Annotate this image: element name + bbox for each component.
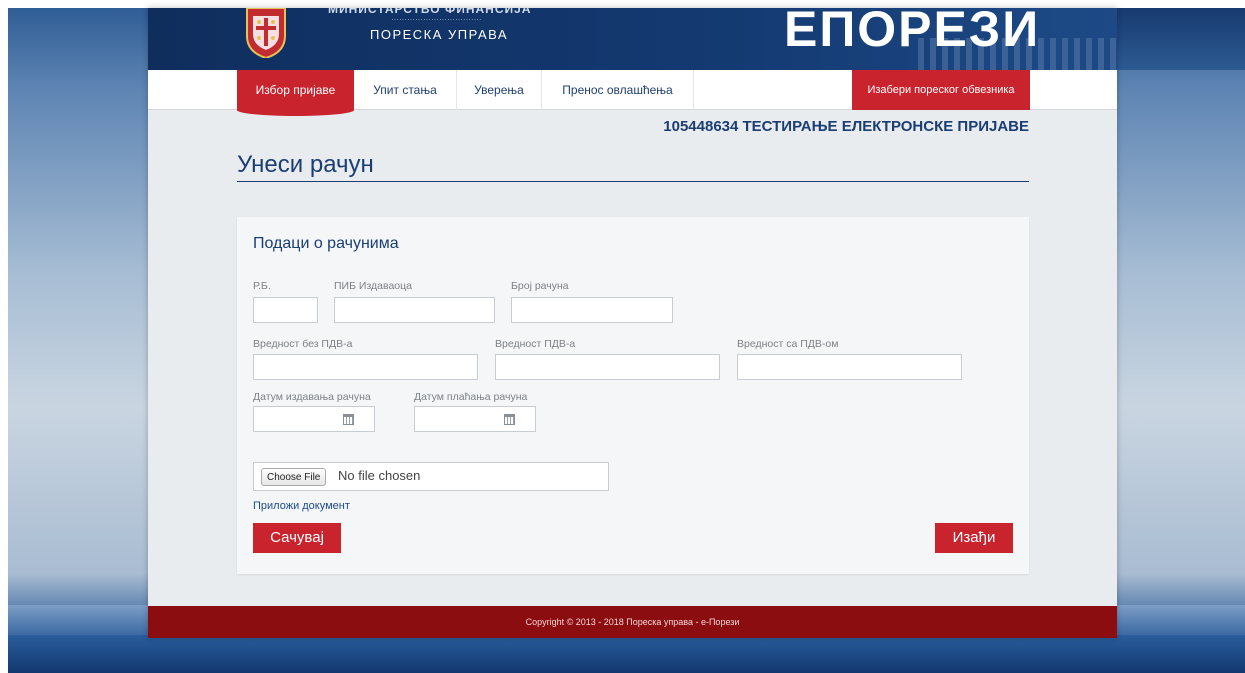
pib-input[interactable]: [334, 297, 495, 323]
invoice-number-input[interactable]: [511, 297, 673, 323]
nav-item-transfer-authorization[interactable]: Пренос овлашћења: [542, 70, 694, 110]
nav-item-certificates[interactable]: Уверења: [457, 70, 542, 110]
value-with-vat-label: Вредност са ПДВ-ом: [737, 338, 839, 350]
pib-label: ПИБ Издаваоца: [334, 280, 412, 292]
vat-value-input[interactable]: [495, 354, 720, 380]
value-with-vat-input[interactable]: [737, 354, 962, 380]
payment-date-input[interactable]: [414, 406, 536, 432]
rb-label: Р.Б.: [253, 280, 271, 292]
taxpayer-name: 105448634 ТЕСТИРАЊЕ ЕЛЕКТРОНСКЕ ПРИЈАВЕ: [663, 118, 1029, 135]
footer-copyright: Copyright © 2013 - 2018 Пореска управа -…: [148, 606, 1117, 638]
title-underline: [237, 181, 1029, 182]
header: МИНИСТАРСТВО ФИНАНСИЈА ·················…: [148, 8, 1117, 70]
exit-button[interactable]: Изађи: [935, 523, 1013, 553]
invoice-number-label: Број рачуна: [511, 280, 569, 292]
file-status: No file chosen: [338, 468, 421, 483]
nav-item-balance-inquiry[interactable]: Упит стања: [354, 70, 457, 110]
coat-of-arms-icon: [246, 8, 286, 58]
value-without-vat-input[interactable]: [253, 354, 478, 380]
payment-date-label: Датум плаћања рачуна: [414, 391, 528, 403]
attach-document-link[interactable]: Приложи документ: [253, 500, 350, 512]
issue-date-input[interactable]: [253, 406, 375, 432]
brand-logo[interactable]: ЕПОРЕЗИ: [784, 8, 1040, 58]
background-bottom: [8, 635, 1245, 673]
issue-date-label: Датум издавања рачуна: [253, 391, 371, 403]
choose-file-button[interactable]: Choose File: [261, 468, 327, 486]
section-title: Подаци о рачунима: [253, 235, 399, 252]
invoice-form: Подаци о рачунима Р.Б. ПИБ Издаваоца Бро…: [237, 217, 1029, 574]
vat-value-label: Вредност ПДВ-а: [495, 338, 576, 350]
rb-input[interactable]: [253, 297, 318, 323]
file-upload: Choose File No file chosen: [253, 462, 609, 491]
nav-item-select-return[interactable]: Избор пријаве: [237, 70, 354, 110]
page-title: Унеси рачун: [237, 151, 374, 178]
active-tab-indicator: [237, 110, 354, 116]
save-button[interactable]: Сачувај: [253, 523, 341, 553]
site-container: МИНИСТАРСТВО ФИНАНСИЈА ·················…: [148, 8, 1117, 638]
calendar-icon[interactable]: [504, 414, 515, 425]
agency-name: ПОРЕСКА УПРАВА: [370, 27, 509, 42]
select-taxpayer-button[interactable]: Изабери пореског обвезника: [852, 70, 1030, 110]
calendar-icon[interactable]: [343, 414, 354, 425]
value-without-vat-label: Вредност без ПДВ-а: [253, 338, 353, 350]
header-divider: ··································: [391, 15, 482, 24]
